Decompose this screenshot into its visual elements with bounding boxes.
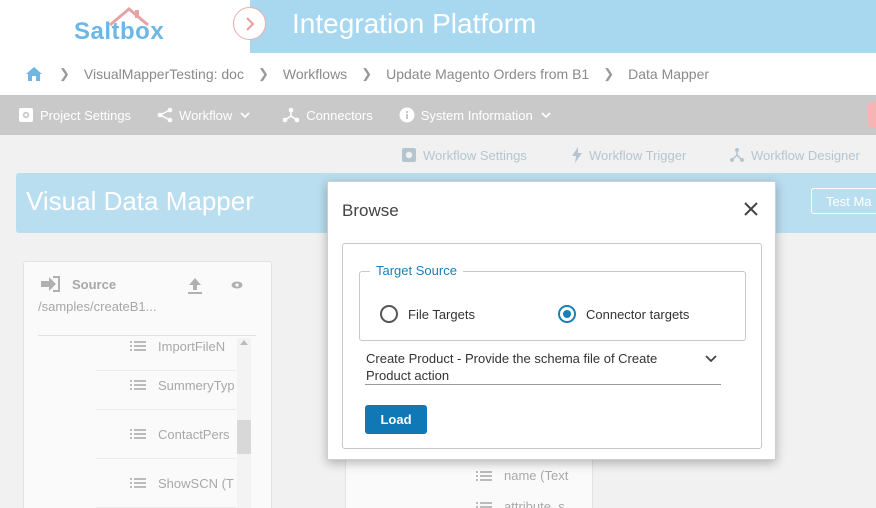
radio-connector-targets[interactable]: Connector targets [558,305,689,323]
sign-in-icon [41,276,60,292]
source-path: /samples/createB1... [38,299,157,314]
workflow-trigger-button[interactable]: Workflow Trigger [571,147,686,163]
fieldset-legend: Target Source [370,263,463,278]
eye-icon[interactable] [231,280,243,290]
dialog-title: Browse [342,201,399,220]
connectors-icon [730,148,744,162]
tree-row[interactable]: ContactPers [96,410,236,459]
breadcrumb-item-data-mapper: Data Mapper [628,66,710,82]
breadcrumb: ❯ VisualMapperTesting: doc ❯ Workflows ❯… [0,53,876,95]
top-header: Saltbox Integration Platform [0,0,876,53]
chevron-down-icon [541,112,551,119]
tree-row[interactable]: name (Text [476,468,568,483]
home-icon[interactable] [25,66,43,82]
tree-row-label: name (Text [504,468,569,483]
collapse-sidebar-button[interactable] [233,7,266,40]
tree-row[interactable]: SummeryTyp [96,361,236,410]
logo-text: Saltbox [74,18,165,45]
title-band: Integration Platform [250,0,876,53]
tree-row-label: attribute_s [504,499,565,508]
list-icon [130,478,146,488]
breadcrumb-item-workflows[interactable]: Workflows [283,66,347,82]
scrollbar-thumb[interactable] [237,420,251,454]
list-icon [476,501,492,508]
chevron-right-icon: ❯ [361,66,373,81]
app-title: Integration Platform [292,8,537,39]
menu-connectors[interactable]: Connectors [282,107,373,123]
info-icon [399,107,415,123]
source-label: Source [72,276,117,292]
share-icon [157,107,173,123]
menu-overflow-button[interactable] [868,102,876,128]
tree-row[interactable]: attribute_s [476,499,565,508]
workflow-trigger-label: Workflow Trigger [589,147,687,163]
scroll-up-icon[interactable] [240,340,248,345]
chevron-right-icon: ❯ [257,66,269,81]
breadcrumb-item-project[interactable]: VisualMapperTesting: doc [84,66,244,82]
workflow-toolbar: Workflow Settings Workflow Trigger Workf… [0,135,876,173]
menu-workflow[interactable]: Workflow [157,107,256,123]
tree-row-label: SummeryTyp [158,377,235,393]
workflow-designer-label: Workflow Designer [751,147,860,163]
connectors-icon [282,107,300,123]
chevron-right-icon: ❯ [603,66,615,81]
browse-dialog: Browse Target Source File Targets Connec… [327,181,776,460]
gear-icon [19,108,33,122]
menu-system-information[interactable]: System Information [399,107,557,123]
dialog-body: Target Source File Targets Connector tar… [342,243,762,449]
menu-connectors-label: Connectors [306,107,373,123]
tree-row-label: ContactPers [158,426,230,442]
target-source-fieldset: Target Source File Targets Connector tar… [359,263,746,341]
menu-workflow-label: Workflow [179,107,233,123]
workflow-settings-label: Workflow Settings [423,147,527,163]
menu-project-settings[interactable]: Project Settings [18,107,131,123]
workflow-designer-button[interactable]: Workflow Designer [729,147,860,163]
chevron-right-icon: ❯ [59,66,70,81]
chevron-down-icon [705,355,717,363]
test-mapping-button[interactable]: Test Ma [811,188,876,214]
source-panel: Source /samples/createB1... ImportFileN … [23,261,272,508]
logo[interactable]: Saltbox [0,0,250,53]
tree-row[interactable]: ShowSCN (T [96,459,236,508]
radio-file-targets[interactable]: File Targets [380,305,475,323]
tree-row-label: ImportFileN [158,338,226,354]
list-icon [476,470,492,481]
source-header: Source [40,276,116,292]
menu-system-information-label: System Information [420,107,533,123]
schema-select[interactable]: Create Product - Provide the schema file… [365,349,721,385]
menu-project-settings-label: Project Settings [40,107,132,123]
schema-select-value: Create Product - Provide the schema file… [366,351,658,383]
page-title: Visual Data Mapper [26,186,254,216]
radio-file-targets-label: File Targets [408,306,475,322]
gear-icon [402,148,416,162]
list-icon [130,341,146,351]
menu-bar: Project Settings Workflow Connectors Sys… [0,95,876,135]
load-button[interactable]: Load [365,405,427,434]
upload-icon[interactable] [186,277,204,295]
radio-circle-checked[interactable] [558,305,576,323]
list-icon [130,429,146,439]
breadcrumb-item-workflow[interactable]: Update Magento Orders from B1 [386,66,589,82]
lightning-icon [572,147,582,163]
list-icon [130,380,146,390]
close-icon[interactable] [742,200,760,218]
chevron-down-icon [240,112,250,119]
tree-row-label: ShowSCN (T [158,475,234,491]
radio-connector-targets-label: Connector targets [586,306,690,322]
workflow-settings-button[interactable]: Workflow Settings [401,147,527,163]
radio-circle[interactable] [380,305,398,323]
chevron-right-icon [245,16,254,31]
